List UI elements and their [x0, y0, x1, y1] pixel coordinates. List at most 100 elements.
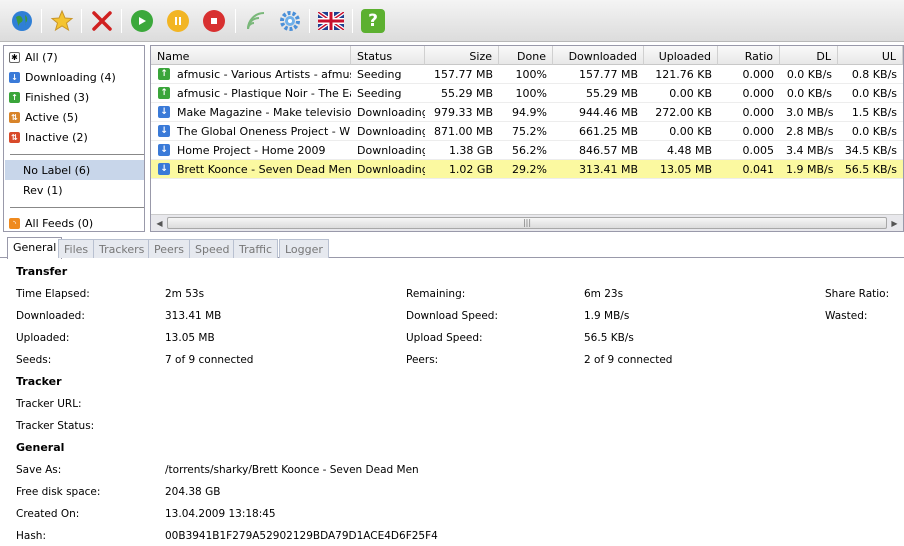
cell-done: 100%: [515, 87, 547, 100]
sidebar-item-finished[interactable]: ↑ Finished (3): [5, 87, 144, 107]
cell-name: Brett Koonce - Seven Dead Men: [177, 163, 351, 176]
sidebar-item-downloading[interactable]: ↓ Downloading (4): [5, 67, 144, 87]
star-icon[interactable]: [48, 7, 76, 35]
tab-logger[interactable]: Logger: [279, 239, 329, 258]
tab-peers[interactable]: Peers: [148, 239, 191, 258]
sidebar-item-inactive[interactable]: ⇅ Inactive (2): [5, 127, 144, 147]
detail-tabs: General Files Trackers Peers Speed Traff…: [0, 236, 904, 259]
tab-traffic[interactable]: Traffic: [233, 239, 279, 258]
created-on-value: 13.04.2009 13:18:45: [165, 508, 276, 520]
hash-value: 00B3941B1F279A52902129BDA79D1ACE4D6F25F4: [165, 530, 438, 542]
tracker-url-label: Tracker URL:: [16, 398, 82, 410]
column-header-name[interactable]: Name: [151, 46, 351, 65]
toolbar-separator: [121, 9, 122, 33]
pause-icon[interactable]: [164, 7, 192, 35]
download-speed-value: 1.9 MB/s: [584, 310, 630, 322]
cell-ul: 0.0 KB/s: [851, 125, 897, 138]
column-header-status[interactable]: Status: [351, 46, 425, 65]
save-as-value: /torrents/sharky/Brett Koonce - Seven De…: [165, 464, 419, 476]
download-speed-label: Download Speed:: [406, 310, 498, 322]
cell-status: Downloading: [357, 125, 425, 138]
column-header-uploaded[interactable]: Uploaded: [644, 46, 718, 65]
downloading-icon: ↓: [158, 163, 170, 175]
uk-flag-icon[interactable]: [317, 7, 345, 35]
column-header-downloaded[interactable]: Downloaded: [553, 46, 644, 65]
uploaded-label: Uploaded:: [16, 332, 70, 344]
cell-ul: 56.5 KB/s: [844, 163, 897, 176]
table-row[interactable]: ↓ Brett Koonce - Seven Dead Men Downloadin…: [151, 160, 903, 179]
play-icon[interactable]: [128, 7, 156, 35]
cell-name: Home Project - Home 2009: [177, 144, 326, 157]
tracker-status-label: Tracker Status:: [16, 420, 95, 432]
cell-dl: 3.4 MB/s: [786, 144, 834, 157]
table-row[interactable]: ↓ The Global Oneness Project - What Downlo…: [151, 122, 903, 141]
downloaded-value: 313.41 MB: [165, 310, 222, 322]
cell-uploaded: 272.00 KB: [655, 106, 712, 119]
remove-icon[interactable]: [88, 7, 116, 35]
sidebar-item-no-label[interactable]: No Label (6): [5, 160, 144, 180]
table-row[interactable]: ↓ Make Magazine - Make television Ep Downl…: [151, 103, 903, 122]
scrollbar-thumb[interactable]: |||: [167, 217, 887, 229]
column-header-dl[interactable]: DL: [780, 46, 838, 65]
cell-dl: 1.9 MB/s: [786, 163, 834, 176]
cell-dl: 0.0 KB/s: [786, 87, 832, 100]
sidebar-item-all[interactable]: ✱ All (7): [5, 47, 144, 67]
sidebar-item-label: Finished (3): [25, 90, 90, 104]
column-header-ul[interactable]: UL: [838, 46, 903, 65]
sidebar-item-label: Active (5): [25, 110, 79, 124]
finished-icon: ↑: [9, 91, 20, 103]
scroll-right-icon[interactable]: ▶: [888, 217, 901, 230]
cell-status: Downloading: [357, 144, 425, 157]
signal-icon[interactable]: [242, 7, 270, 35]
sidebar-item-rev[interactable]: Rev (1): [5, 180, 144, 200]
table-row[interactable]: ↑ afmusic - Plastique Noir - The Early See…: [151, 84, 903, 103]
downloading-icon: ↓: [9, 71, 20, 83]
cell-done: 100%: [515, 68, 547, 81]
cell-uploaded: 4.48 MB: [666, 144, 712, 157]
downloading-icon: ↓: [158, 106, 170, 118]
scroll-left-icon[interactable]: ◀: [153, 217, 166, 230]
cell-uploaded: 0.00 KB: [669, 125, 712, 138]
table-row[interactable]: ↑ afmusic - Various Artists - afmusic _ Se…: [151, 65, 903, 84]
tab-trackers[interactable]: Trackers: [93, 239, 151, 258]
sidebar-item-label: All Feeds (0): [25, 216, 94, 230]
peers-value: 2 of 9 connected: [584, 354, 673, 366]
column-header-ratio[interactable]: Ratio: [718, 46, 780, 65]
active-icon: ⇅: [9, 111, 20, 123]
cell-dl: 3.0 MB/s: [786, 106, 834, 119]
all-icon: ✱: [9, 51, 20, 63]
stop-icon[interactable]: [200, 7, 228, 35]
sidebar: ✱ All (7) ↓ Downloading (4) ↑ Finished (3) …: [3, 45, 145, 232]
time-elapsed-label: Time Elapsed:: [16, 288, 90, 300]
sidebar-item-all-feeds[interactable]: ◝ All Feeds (0): [5, 213, 144, 233]
sidebar-item-active[interactable]: ⇅ Active (5): [5, 107, 144, 127]
cell-ratio: 0.000: [742, 125, 775, 138]
cell-ul: 34.5 KB/s: [844, 144, 897, 157]
cell-uploaded: 0.00 KB: [669, 87, 712, 100]
column-header-done[interactable]: Done: [499, 46, 553, 65]
created-on-label: Created On:: [16, 508, 80, 520]
tab-general[interactable]: General: [7, 237, 63, 259]
tab-speed[interactable]: Speed: [189, 239, 236, 258]
tracker-section-title: Tracker: [16, 375, 62, 388]
sidebar-divider: [10, 207, 144, 208]
horizontal-scrollbar[interactable]: ◀ ||| ▶: [151, 214, 903, 231]
sidebar-item-label: Inactive (2): [25, 130, 88, 144]
rss-icon: ◝: [9, 217, 20, 229]
toolbar-separator: [309, 9, 310, 33]
toolbar-separator: [235, 9, 236, 33]
cell-dl: 2.8 MB/s: [786, 125, 834, 138]
cell-done: 56.2%: [512, 144, 547, 157]
tab-files[interactable]: Files: [58, 239, 95, 258]
torrent-list: Name Status Size Done Downloaded Uploaded Rati…: [150, 45, 904, 232]
cell-size: 1.38 GB: [448, 144, 493, 157]
table-row[interactable]: ↓ Home Project - Home 2009 Downloading 1.38…: [151, 141, 903, 160]
gear-icon[interactable]: [276, 7, 304, 35]
globe-icon[interactable]: [8, 7, 36, 35]
cell-ratio: 0.041: [742, 163, 775, 176]
help-icon[interactable]: ?: [359, 7, 387, 35]
inactive-icon: ⇅: [9, 131, 20, 143]
remaining-label: Remaining:: [406, 288, 466, 300]
column-header-size[interactable]: Size: [425, 46, 499, 65]
cell-uploaded: 13.05 MB: [659, 163, 712, 176]
